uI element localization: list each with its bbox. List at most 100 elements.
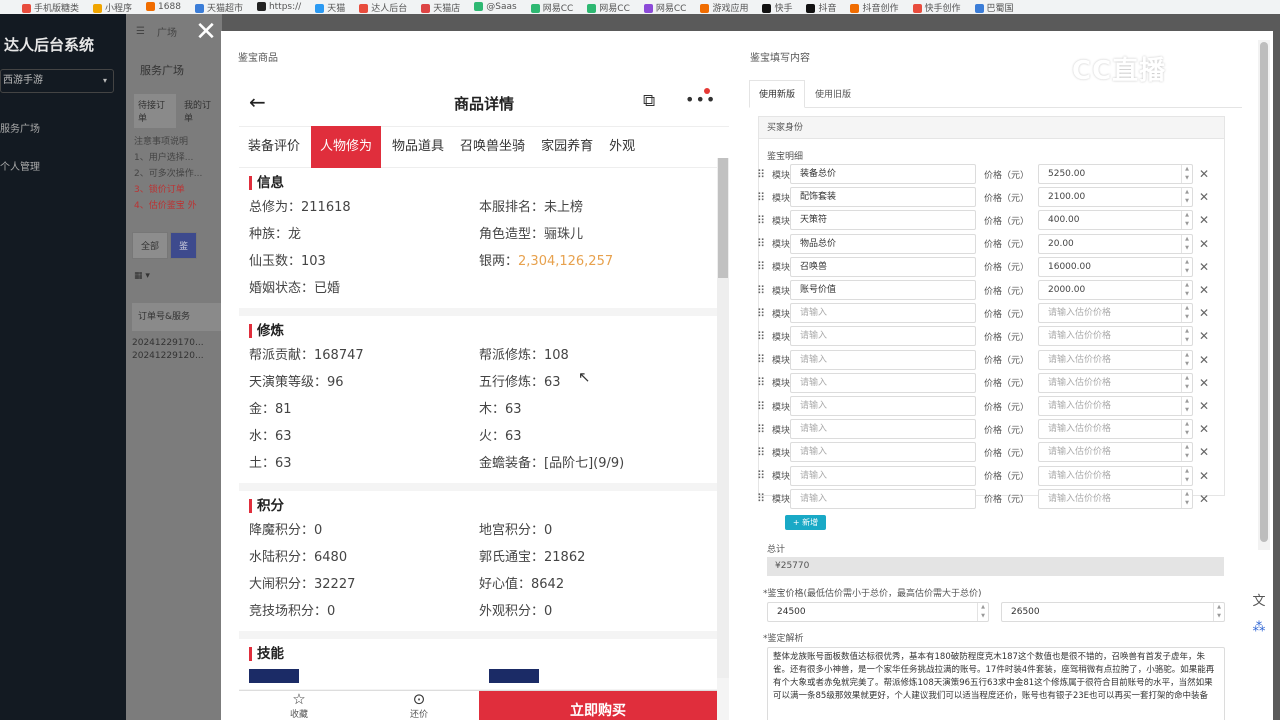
analysis-textarea[interactable]: 整体龙族账号面板数值达标很优秀，基本有180破防程度克木187这个数值也是很不错… [767,647,1225,720]
drag-handle-icon[interactable]: ⠿ [757,260,768,273]
price-input[interactable]: 请输入估价价格 ▲ ▼ [1038,326,1193,347]
menu-item-service-plaza[interactable]: 服务广场 [0,111,126,149]
bookmark-item[interactable]: 快手创作 [912,1,961,14]
filter-all-button[interactable]: 全部 [132,232,169,259]
delete-row-icon[interactable]: ✕ [1199,422,1209,436]
price-input[interactable]: 5250.00 ▲ ▼ [1038,164,1193,184]
bookmark-item[interactable]: 网易CC [643,1,686,14]
stepper-icon[interactable]: ▲ ▼ [1181,211,1192,230]
module-name-input[interactable]: 请输入 [790,442,976,463]
delete-row-icon[interactable]: ✕ [1199,237,1209,251]
bargain-button[interactable]: ⊙ 还价 [359,691,479,720]
price-input[interactable]: 20.00 ▲ ▼ [1038,233,1193,254]
delete-row-icon[interactable]: ✕ [1199,329,1209,343]
price-input[interactable]: 16000.00 ▲ ▼ [1038,256,1193,277]
module-name-input[interactable]: 召唤兽 [790,256,976,277]
tab-new-version[interactable]: 使用新版 [749,80,806,108]
stepper-icon[interactable]: ▲ ▼ [1181,281,1192,299]
tab-pending-orders[interactable]: 待接订单 [134,94,176,128]
bookmark-item[interactable]: 天猫超市 [194,1,243,14]
stepper-icon[interactable]: ▲ ▼ [1181,350,1192,369]
price-input[interactable]: 2100.00 ▲ ▼ [1038,187,1193,208]
stepper-icon[interactable]: ▲ ▼ [1181,420,1192,439]
price-input[interactable]: 请输入估价价格 ▲ ▼ [1038,303,1193,324]
drag-handle-icon[interactable]: ⠿ [757,376,768,389]
delete-row-icon[interactable]: ✕ [1199,306,1209,320]
drag-handle-icon[interactable]: ⠿ [757,423,768,436]
price-input[interactable]: 400.00 ▲ ▼ [1038,210,1193,231]
drag-handle-icon[interactable]: ⠿ [757,214,768,227]
delete-row-icon[interactable]: ✕ [1199,260,1209,274]
favorite-button[interactable]: ☆ 收藏 [239,691,359,720]
drag-handle-icon[interactable]: ⠿ [757,492,768,505]
price-max-input[interactable]: 26500 ▲ ▼ [1001,602,1225,622]
stepper-icon[interactable]: ▲ ▼ [1181,327,1192,346]
delete-row-icon[interactable]: ✕ [1199,167,1209,181]
module-name-input[interactable]: 天策符 [790,210,976,231]
drag-handle-icon[interactable]: ⠿ [757,168,768,181]
close-icon[interactable]: ✕ [192,18,220,46]
drag-handle-icon[interactable]: ⠿ [757,446,768,459]
module-name-input[interactable]: 请输入 [790,396,976,416]
price-input[interactable]: 请输入估价价格 ▲ ▼ [1038,465,1193,486]
price-input[interactable]: 请输入估价价格 ▲ ▼ [1038,488,1193,509]
bookmark-item[interactable]: 小程序 [93,1,132,14]
price-input[interactable]: 请输入估价价格 ▲ ▼ [1038,372,1193,393]
delete-row-icon[interactable]: ✕ [1199,283,1209,297]
view-toggle-icon[interactable]: ▦ ▾ [134,271,222,281]
product-tab[interactable]: 装备评价 [243,126,305,168]
stepper-icon[interactable]: ▲ ▼ [977,603,988,621]
drag-handle-icon[interactable]: ⠿ [757,330,768,343]
delete-row-icon[interactable]: ✕ [1199,353,1209,367]
stepper-icon[interactable]: ▲ ▼ [1181,234,1192,253]
bookmark-item[interactable]: 快手 [762,1,792,14]
menu-item-personal[interactable]: 个人管理 [0,149,126,187]
module-name-input[interactable]: 请输入 [790,303,976,324]
price-input[interactable]: 请输入估价价格 ▲ ▼ [1038,349,1193,370]
module-name-input[interactable]: 请输入 [790,372,976,393]
stepper-icon[interactable]: ▲ ▼ [1181,373,1192,392]
bookmark-item[interactable]: @Saas [474,2,517,12]
module-name-input[interactable]: 物品总价 [790,233,976,254]
bookmark-item[interactable]: 游戏应用 [700,1,748,14]
stepper-icon[interactable]: ▲ ▼ [1181,489,1192,508]
stepper-icon[interactable]: ▲ ▼ [1181,165,1192,183]
table-row[interactable]: 20241229120... [132,350,216,363]
delete-row-icon[interactable]: ✕ [1199,190,1209,204]
tab-old-version[interactable]: 使用旧版 [805,80,861,108]
bookmark-item[interactable]: 抖音 [806,1,836,14]
delete-row-icon[interactable]: ✕ [1199,492,1209,506]
panel-scrollbar[interactable] [717,158,729,678]
filter-appraise-button[interactable]: 鉴 [170,232,198,259]
bookmark-item[interactable]: 天猫店 [421,1,460,14]
drag-handle-icon[interactable]: ⠿ [757,469,768,482]
delete-row-icon[interactable]: ✕ [1199,213,1209,227]
stepper-icon[interactable]: ▲ ▼ [1181,466,1192,485]
bookmark-item[interactable]: 抖音创作 [850,1,899,14]
menu-toggle-icon[interactable]: ☰ [136,26,145,37]
bookmark-item[interactable]: 达人后台 [359,1,407,14]
product-tab[interactable]: 物品道具 [387,126,449,168]
product-tab[interactable]: 外观 [604,126,640,168]
bookmark-item[interactable]: https:// [256,2,301,12]
module-name-input[interactable]: 请输入 [790,419,976,440]
drag-handle-icon[interactable]: ⠿ [757,307,768,320]
share-icon[interactable]: ⧉ [643,91,655,111]
drag-handle-icon[interactable]: ⠿ [757,400,768,413]
bookmark-item[interactable]: 天猫 [315,1,345,14]
delete-row-icon[interactable]: ✕ [1199,399,1209,413]
price-input[interactable]: 请输入估价价格 ▲ ▼ [1038,396,1193,416]
product-tab[interactable]: 家园养育 [536,126,598,168]
module-name-input[interactable]: 请输入 [790,488,976,509]
more-icon[interactable]: ••• [685,90,716,109]
stepper-icon[interactable]: ▲ ▼ [1181,397,1192,415]
price-input[interactable]: 请输入估价价格 ▲ ▼ [1038,419,1193,440]
delete-row-icon[interactable]: ✕ [1199,376,1209,390]
drag-handle-icon[interactable]: ⠿ [757,284,768,297]
stepper-icon[interactable]: ▲ ▼ [1181,257,1192,276]
module-name-input[interactable]: 请输入 [790,465,976,486]
bookmark-item[interactable]: 1688 [146,2,181,12]
bookmark-item[interactable]: 手机版糖类 [22,1,79,14]
module-name-input[interactable]: 配饰套装 [790,187,976,208]
module-name-input[interactable]: 请输入 [790,326,976,347]
